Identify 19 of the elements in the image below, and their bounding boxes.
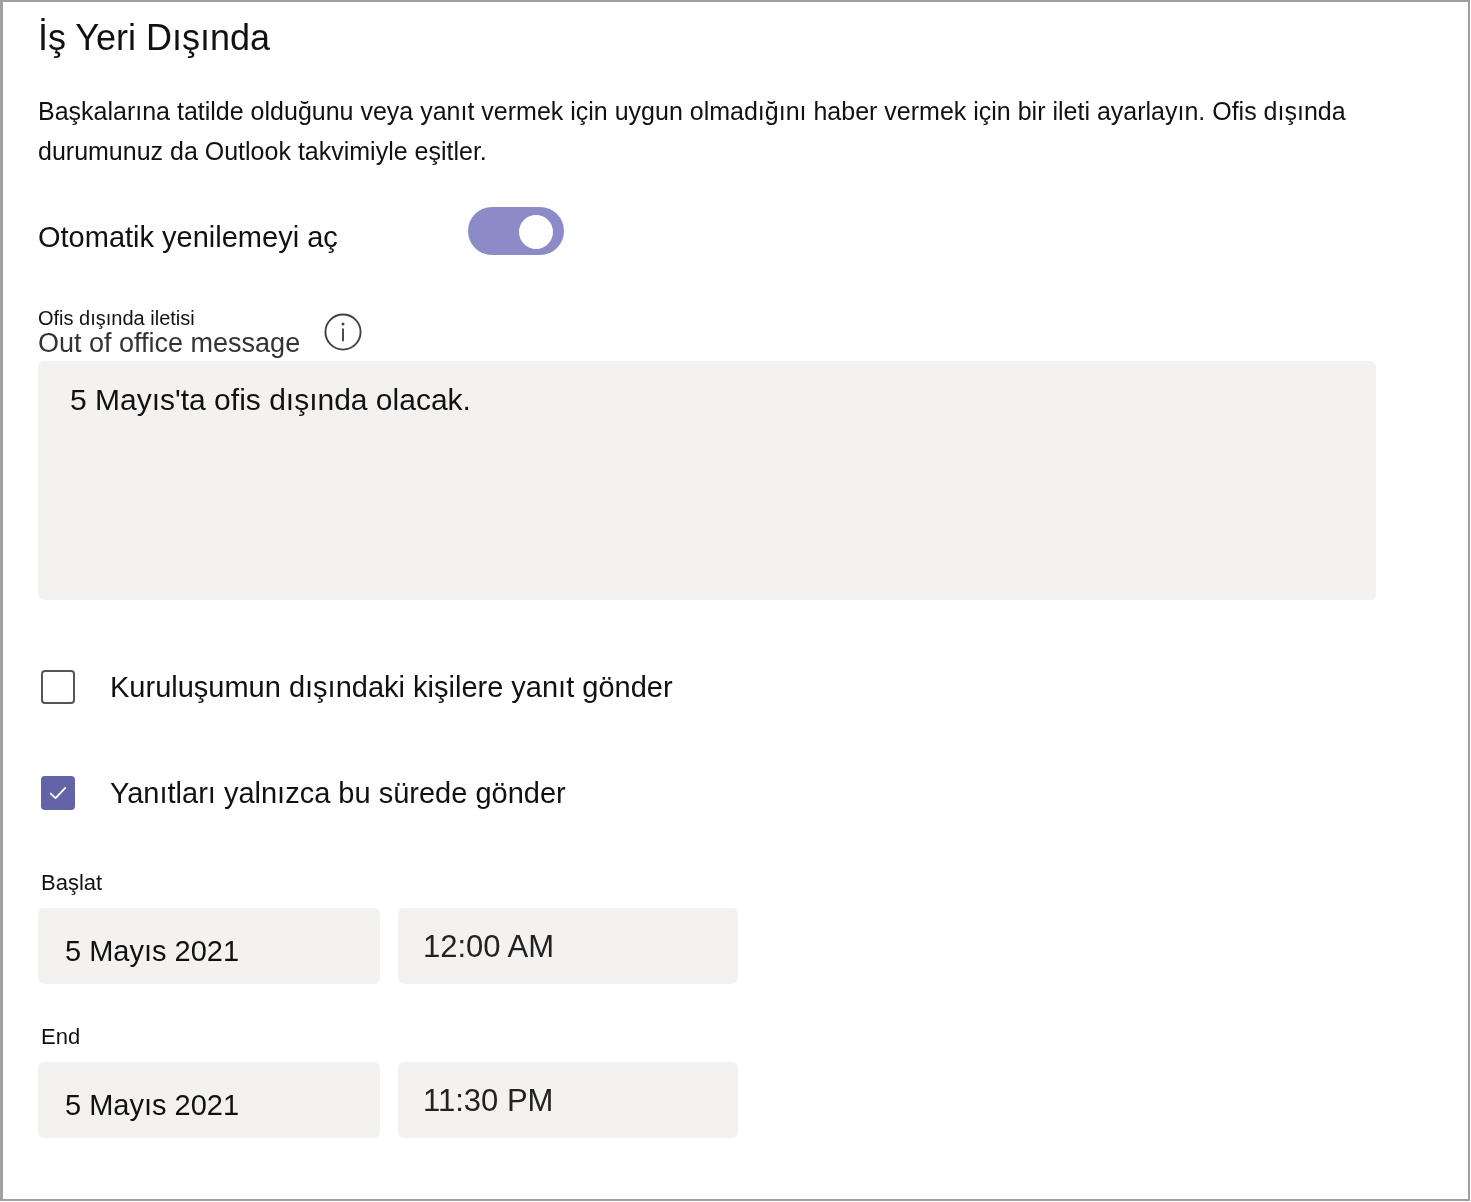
time-field[interactable]: 11:30 PM: [398, 1062, 738, 1138]
toggle-label: Otomatik yenilemeyi aç: [38, 220, 338, 254]
message-field[interactable]: 5 Mayıs'ta ofis dışında olacak.: [38, 361, 1376, 600]
checkbox[interactable]: [41, 776, 75, 810]
date-field[interactable]: 5 Mayıs 2021: [38, 1062, 380, 1138]
checkbox-label: Yanıtları yalnızca bu sürede gönder: [110, 776, 566, 810]
description-text: Başkalarına tatilde olduğunu veya yanıt vermek için uygun olmadığını haber vermek için bir ileti ayarlayın. Ofis dışında durumunuz da Outlook takvimiyle eşitler.: [38, 96, 1347, 167]
checkbox-label: Kuruluşumun dışındaki kişilere yanıt gönder: [110, 670, 673, 704]
time-field[interactable]: 12:00 AM: [398, 908, 738, 984]
page-title: İş Yeri Dışında: [38, 16, 271, 60]
field-label: Ofis dışında iletisi: [38, 307, 195, 329]
field-label: End: [41, 1024, 81, 1050]
info-icon[interactable]: [324, 313, 363, 351]
field-label: Başlat: [41, 870, 103, 896]
toggle-switch[interactable]: [468, 207, 564, 255]
field-label: Out of office message: [38, 329, 301, 357]
date-field[interactable]: 5 Mayıs 2021: [38, 908, 380, 984]
checkmark-icon: [49, 786, 67, 800]
checkbox[interactable]: [41, 670, 75, 704]
